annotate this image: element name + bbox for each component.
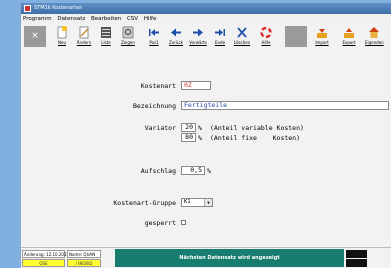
new-button[interactable]: Neu xyxy=(53,25,71,49)
variator-variable-unit: % xyxy=(198,124,202,132)
list-icon xyxy=(101,27,111,38)
lifebuoy-icon xyxy=(260,26,272,39)
aufschlag-unit: % xyxy=(207,167,211,175)
import-button[interactable]: Import xyxy=(313,25,331,49)
menu-hilfe[interactable]: Hilfe xyxy=(142,14,159,24)
last-record-label: Ende xyxy=(214,40,226,45)
first-record-label: Pos1 xyxy=(149,40,159,45)
next-record-button[interactable]: Vorwärts xyxy=(189,25,207,49)
variator-variable-note: (Anteil variable Kosten) xyxy=(210,124,304,132)
status-code-ingrid: / INGRID xyxy=(67,259,101,267)
bezeichnung-input[interactable]: Fertigteile xyxy=(181,101,389,110)
title-bar: STM1k Kostenarten xyxy=(21,3,391,14)
delete-button[interactable]: Löschen xyxy=(233,25,251,49)
new-document-icon xyxy=(57,26,67,39)
variator-variable-input[interactable]: 20 xyxy=(181,123,196,132)
arrow-right-icon xyxy=(193,28,203,37)
import-icon xyxy=(317,29,327,38)
kostenart-gruppe-label: Kostenart-Gruppe xyxy=(113,199,176,207)
properties-button-label: Eigenden xyxy=(365,40,384,45)
kostenart-input[interactable]: 0Z xyxy=(181,81,211,90)
arrow-left-icon xyxy=(171,28,181,37)
chevron-down-icon: ▼ xyxy=(204,199,212,206)
window-title: STM1k Kostenarten xyxy=(34,5,83,11)
app-window: STM1k Kostenarten Programm Datensatz Bea… xyxy=(20,3,391,268)
list-button-label: Liste xyxy=(101,40,111,45)
app-icon xyxy=(24,5,31,12)
show-button-label: Zeigen xyxy=(121,40,135,45)
export-button[interactable]: Export xyxy=(340,25,358,49)
menu-csv[interactable]: CSV xyxy=(125,14,140,24)
delete-button-label: Löschen xyxy=(233,40,251,45)
menu-datensatz[interactable]: Datensatz xyxy=(55,14,87,24)
toolbar: × Neu Ändern Liste Zeigen Pos1 Zurück Vo… xyxy=(21,24,391,51)
edit-document-icon xyxy=(79,26,89,39)
variator-fixed-unit: % xyxy=(198,134,202,142)
previous-record-button[interactable]: Zurück xyxy=(167,25,185,49)
house-icon xyxy=(369,27,379,38)
kostenart-gruppe-select[interactable]: K1 ▼ xyxy=(181,198,213,207)
variator-label: Variator xyxy=(144,124,176,132)
last-record-icon xyxy=(215,29,225,36)
export-icon xyxy=(344,28,354,38)
next-record-label: Vorwärts xyxy=(189,40,207,45)
help-button[interactable]: Hilfe xyxy=(257,25,275,49)
kostenart-label: Kostenart xyxy=(140,82,176,90)
status-code-qse: QSE xyxy=(22,259,65,267)
help-button-label: Hilfe xyxy=(261,40,271,45)
menu-bar: Programm Datensatz Bearbeiten CSV Hilfe xyxy=(21,14,391,24)
toolbar-placeholder xyxy=(285,26,307,47)
aufschlag-label: Aufschlag xyxy=(140,167,176,175)
close-button[interactable]: × xyxy=(24,26,46,47)
menu-programm[interactable]: Programm xyxy=(21,14,54,24)
edit-button-label: Ändern xyxy=(76,40,92,45)
show-button[interactable]: Zeigen xyxy=(119,25,137,49)
kostenart-gruppe-value: K1 xyxy=(184,199,191,205)
first-record-icon xyxy=(149,29,159,36)
list-button[interactable]: Liste xyxy=(97,25,115,49)
aufschlag-input[interactable]: 0,5 xyxy=(181,166,205,175)
last-record-button[interactable]: Ende xyxy=(211,25,229,49)
form-area: Kostenart 0Z Bezeichnung Fertigteile Var… xyxy=(21,50,391,247)
status-indicator-2 xyxy=(346,259,367,267)
export-button-label: Export xyxy=(342,40,356,45)
close-icon: × xyxy=(31,31,39,41)
status-name: Name: QUAN xyxy=(67,250,101,258)
properties-button[interactable]: Eigenden xyxy=(365,25,384,49)
gesperrt-checkbox[interactable] xyxy=(181,220,186,225)
gesperrt-label: gesperrt xyxy=(144,219,176,227)
new-button-label: Neu xyxy=(58,40,66,45)
status-aenderung: Änderung: 12.10.2011 xyxy=(22,250,70,258)
variator-fixed-note: (Anteil fixe Kosten) xyxy=(210,134,301,142)
import-button-label: Import xyxy=(315,40,329,45)
status-message: Nächsten Datensatz wird angezeigt xyxy=(115,249,344,267)
delete-x-icon xyxy=(237,27,247,38)
bezeichnung-label: Bezeichnung xyxy=(132,102,176,110)
menu-bearbeiten[interactable]: Bearbeiten xyxy=(89,14,123,24)
status-indicator-1 xyxy=(346,250,367,258)
first-record-button[interactable]: Pos1 xyxy=(145,25,163,49)
edit-button[interactable]: Ändern xyxy=(75,25,93,49)
status-bar: Änderung: 12.10.2011 Name: QUAN QSE / IN… xyxy=(21,247,391,268)
show-icon xyxy=(122,26,134,39)
previous-record-label: Zurück xyxy=(169,40,183,45)
variator-fixed-input[interactable]: 80 xyxy=(181,133,196,142)
